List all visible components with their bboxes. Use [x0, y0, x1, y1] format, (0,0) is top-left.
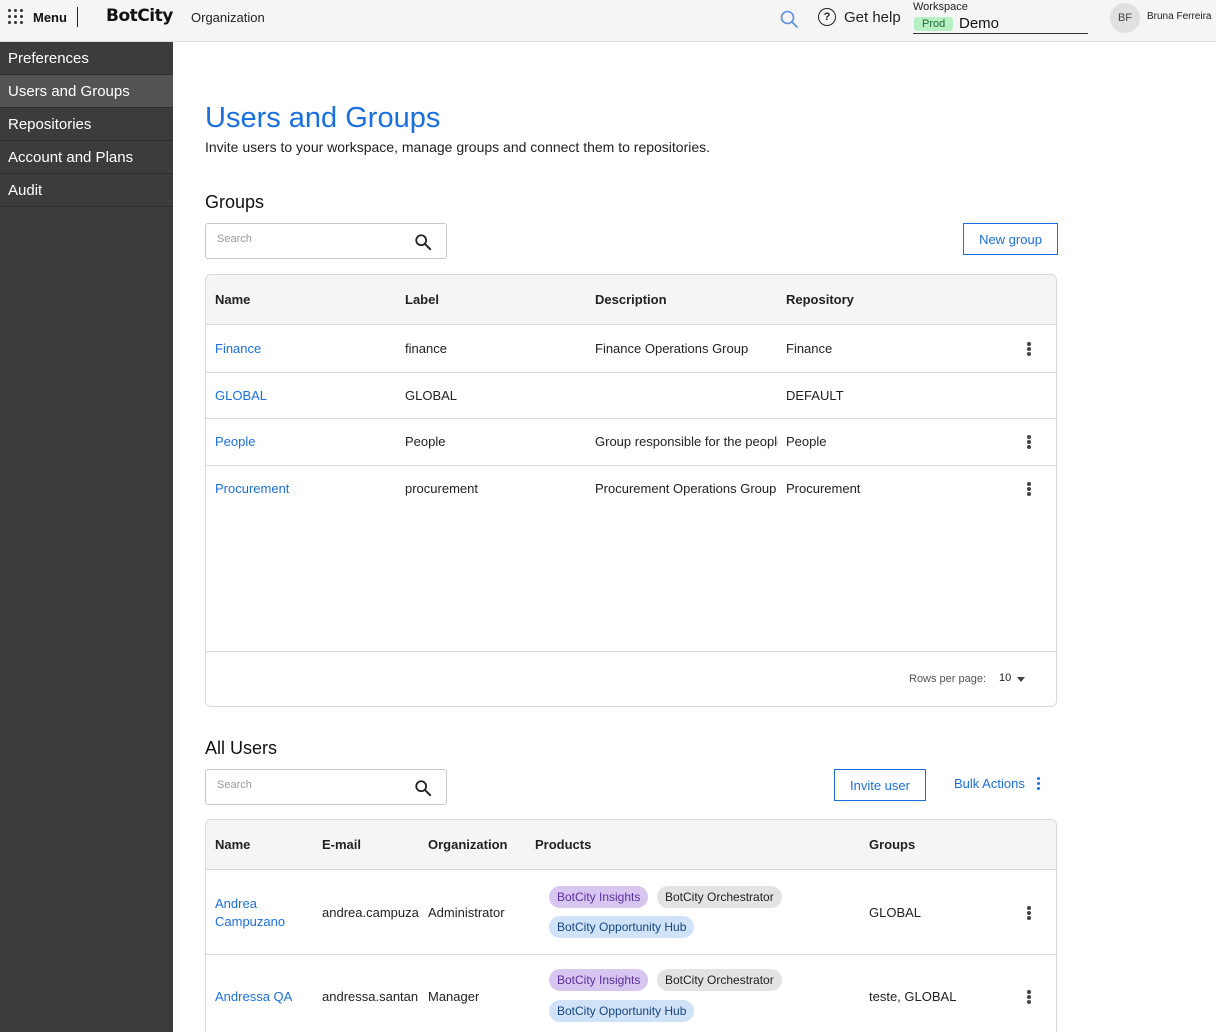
users-search[interactable]: [205, 769, 447, 805]
search-icon[interactable]: [779, 9, 799, 29]
row-options-icon[interactable]: [1024, 904, 1034, 922]
app-grid-icon: [8, 9, 24, 25]
product-chip-opportunity-hub: BotCity Opportunity Hub: [549, 1000, 695, 1022]
chevron-down-icon[interactable]: [1017, 677, 1025, 682]
column-header-name[interactable]: Name: [215, 837, 250, 852]
user-name-link[interactable]: Andrea: [215, 896, 257, 911]
group-name-link[interactable]: People: [215, 434, 255, 449]
groups-table: Name Label Description Repository Financ…: [205, 274, 1057, 707]
column-header-label[interactable]: Label: [405, 292, 439, 307]
user-email: andrea.campuza: [322, 905, 419, 920]
table-row[interactable]: People People Group responsible for the …: [206, 419, 1056, 466]
environment-badge: Prod: [914, 17, 954, 31]
users-table: Name E-mail Organization Products Groups…: [205, 819, 1057, 1032]
table-header: Name Label Description Repository: [206, 275, 1056, 325]
groups-search[interactable]: [205, 223, 447, 259]
group-name-link[interactable]: Finance: [215, 341, 261, 356]
sidebar-item-audit[interactable]: Audit: [0, 174, 173, 207]
table-row[interactable]: GLOBAL GLOBAL DEFAULT: [206, 373, 1056, 419]
workspace-name: Demo: [959, 15, 1000, 32]
group-description: Finance Operations Group: [595, 341, 749, 356]
new-group-button[interactable]: New group: [963, 223, 1058, 255]
page-title: Users and Groups: [205, 102, 441, 134]
botcity-logo[interactable]: BotCity: [106, 6, 173, 26]
column-header-repository[interactable]: Repository: [786, 292, 854, 307]
sidebar-item-repositories[interactable]: Repositories: [0, 108, 173, 141]
column-header-organization[interactable]: Organization: [428, 837, 507, 852]
row-options-icon[interactable]: [1024, 340, 1034, 358]
sidebar: Preferences Users and Groups Repositorie…: [0, 42, 173, 1032]
get-help-label: Get help: [844, 8, 901, 26]
group-label: finance: [405, 341, 447, 356]
table-row[interactable]: Andressa QA andressa.santan Manager BotC…: [206, 955, 1056, 1032]
sidebar-item-account-and-plans[interactable]: Account and Plans: [0, 141, 173, 174]
user-email: andressa.santan: [322, 989, 419, 1004]
divider: [77, 7, 78, 27]
group-description: Group responsible for the people: [595, 434, 778, 449]
product-chip-orchestrator: BotCity Orchestrator: [657, 969, 782, 991]
group-name-link[interactable]: GLOBAL: [215, 388, 267, 403]
avatar[interactable]: BF: [1110, 3, 1140, 33]
row-options-icon[interactable]: [1024, 988, 1034, 1006]
column-header-description[interactable]: Description: [595, 292, 667, 307]
user-groups: GLOBAL: [869, 905, 922, 920]
menu-button[interactable]: Menu: [8, 6, 67, 28]
section-label: Organization: [191, 10, 265, 25]
group-label: People: [405, 434, 446, 449]
user-organization-role: Administrator: [428, 905, 505, 920]
user-groups: teste, GLOBAL: [869, 989, 957, 1004]
product-chip-opportunity-hub: BotCity Opportunity Hub: [549, 916, 695, 938]
workspace-label: Workspace: [913, 1, 968, 13]
rows-per-page-select[interactable]: 10: [999, 672, 1011, 684]
groups-title: Groups: [205, 192, 265, 212]
table-row[interactable]: Procurement procurement Procurement Oper…: [206, 466, 1056, 513]
column-header-email[interactable]: E-mail: [322, 837, 361, 852]
table-pagination: Rows per page: 10: [206, 651, 1056, 706]
user-name-link[interactable]: Campuzano: [215, 914, 285, 929]
rows-per-page-label: Rows per page:: [909, 673, 987, 685]
menu-label: Menu: [33, 9, 67, 25]
column-header-products[interactable]: Products: [535, 837, 591, 852]
users-title: All Users: [205, 738, 278, 758]
group-label: procurement: [405, 481, 478, 496]
workspace-selector[interactable]: Workspace Prod Demo: [913, 1, 1088, 34]
table-row[interactable]: Finance finance Finance Operations Group…: [206, 325, 1056, 373]
group-repository: DEFAULT: [786, 388, 844, 403]
search-icon[interactable]: [414, 779, 432, 797]
sidebar-item-users-and-groups[interactable]: Users and Groups: [0, 75, 173, 108]
product-chip-orchestrator: BotCity Orchestrator: [657, 886, 782, 908]
column-header-name[interactable]: Name: [215, 292, 250, 307]
bulk-actions-button[interactable]: Bulk Actions: [954, 776, 1040, 791]
product-chip-insights: BotCity Insights: [549, 886, 649, 908]
bulk-actions-label: Bulk Actions: [954, 776, 1025, 791]
product-chip-insights: BotCity Insights: [549, 969, 649, 991]
user-name[interactable]: Bruna Ferreira: [1147, 11, 1211, 22]
group-repository: People: [786, 434, 827, 449]
row-options-icon[interactable]: [1024, 480, 1034, 498]
groups-search-input[interactable]: [217, 233, 397, 245]
table-header: Name E-mail Organization Products Groups: [206, 820, 1056, 870]
column-header-groups[interactable]: Groups: [869, 837, 915, 852]
table-row[interactable]: Andrea Campuzano andrea.campuza Administ…: [206, 870, 1056, 955]
users-search-input[interactable]: [217, 779, 397, 791]
group-repository: Finance: [786, 341, 833, 356]
group-name-link[interactable]: Procurement: [215, 481, 289, 496]
top-bar: Menu BotCity Organization ? Get help Wor…: [0, 0, 1216, 42]
help-icon: ?: [818, 8, 836, 26]
invite-user-button[interactable]: Invite user: [834, 769, 926, 801]
row-options-icon[interactable]: [1024, 433, 1034, 451]
sidebar-item-preferences[interactable]: Preferences: [0, 42, 173, 75]
group-repository: Procurement: [786, 481, 861, 496]
search-icon[interactable]: [414, 233, 432, 251]
user-organization-role: Manager: [428, 989, 480, 1004]
get-help-button[interactable]: ? Get help: [818, 8, 901, 26]
more-vertical-icon: [1036, 777, 1040, 790]
group-description: Procurement Operations Group: [595, 481, 777, 496]
user-name-link[interactable]: Andressa QA: [215, 989, 292, 1004]
group-label: GLOBAL: [405, 388, 458, 403]
page-subtitle: Invite users to your workspace, manage g…: [205, 139, 711, 155]
